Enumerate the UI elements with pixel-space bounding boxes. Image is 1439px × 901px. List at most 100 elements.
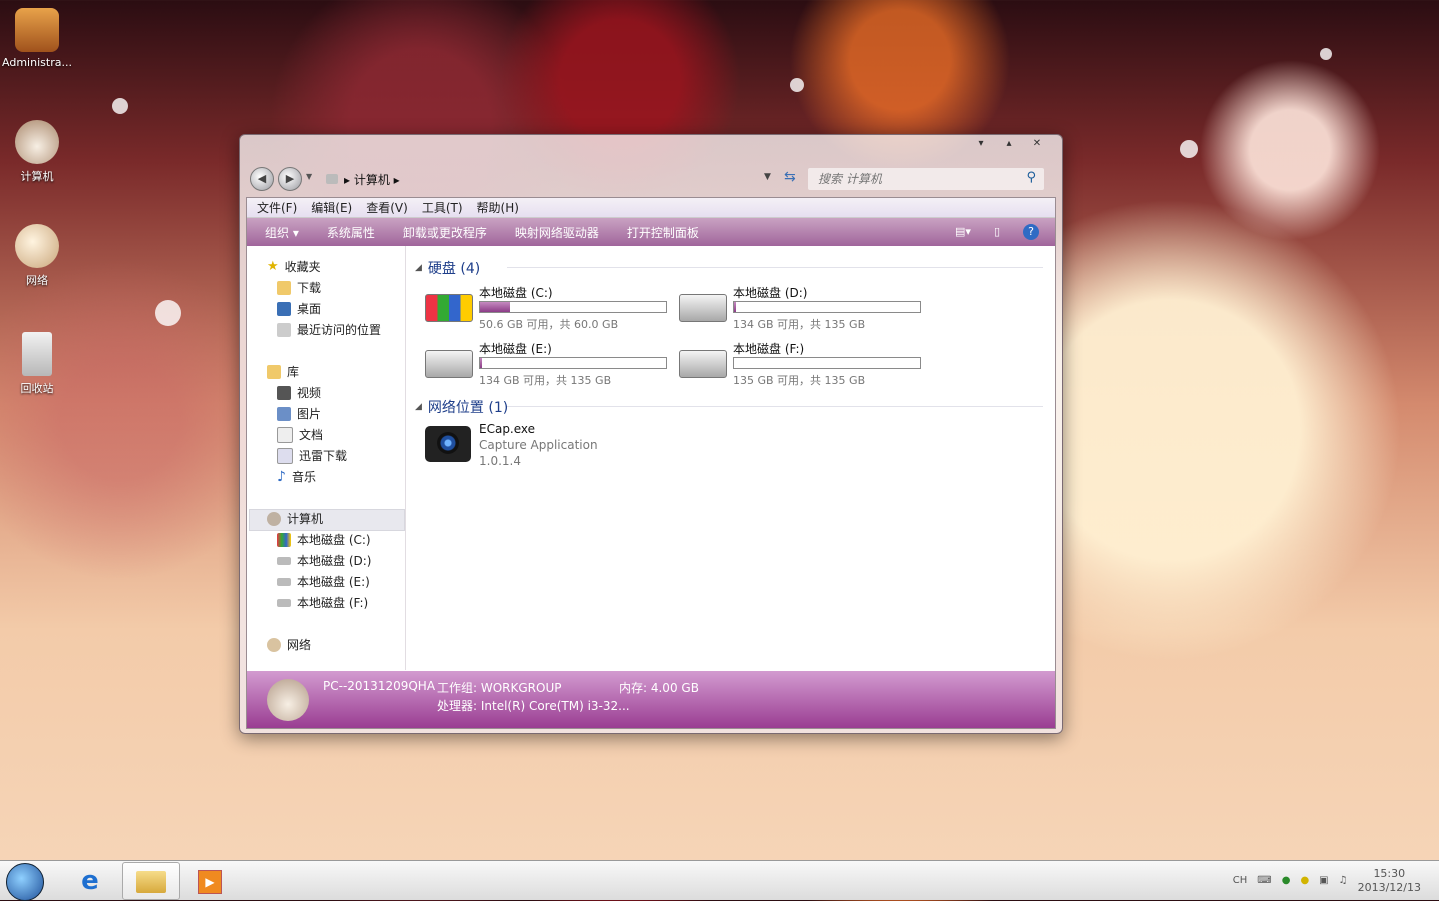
- wallpaper-bokeh: [1320, 48, 1332, 60]
- taskbar-ie-button[interactable]: e: [62, 862, 118, 898]
- memory: 内存: 4.00 GB: [619, 681, 699, 695]
- picture-library-icon: [277, 406, 291, 421]
- history-dropdown-icon[interactable]: ▼: [306, 172, 312, 181]
- start-button[interactable]: [6, 863, 44, 901]
- network-tray-icon[interactable]: ▣: [1319, 875, 1328, 886]
- maximize-button[interactable]: ▴: [998, 137, 1020, 153]
- drive-usage-bar: [733, 301, 921, 313]
- taskbar-media-button[interactable]: ▶: [182, 862, 238, 898]
- preview-pane-icon[interactable]: ▯: [989, 224, 1005, 240]
- section-divider: [507, 406, 1043, 407]
- back-button[interactable]: ◀: [250, 167, 274, 191]
- drive-name: 本地磁盘 (D:): [733, 286, 808, 300]
- collapse-icon[interactable]: ◢: [415, 263, 422, 273]
- nav-computer[interactable]: 计算机: [267, 510, 323, 527]
- view-options-icon[interactable]: ▤▾: [955, 224, 971, 240]
- drive-f[interactable]: 本地磁盘 (F:) 135 GB 可用，共 135 GB: [679, 340, 929, 390]
- language-indicator[interactable]: CH: [1233, 875, 1248, 886]
- drive-usage-bar: [479, 357, 667, 369]
- nav-item-pictures[interactable]: 图片: [277, 405, 321, 422]
- clock-time: 15:30: [1373, 866, 1406, 880]
- keyboard-icon[interactable]: ⌨: [1257, 875, 1271, 886]
- nav-item-music[interactable]: ♪ 音乐: [277, 468, 316, 485]
- address-bar: ◀ ▶ ▼ ▸ 计算机 ▸ ▼ ⇆ ⚲: [248, 165, 1054, 193]
- desktop-icon-network[interactable]: 网络: [1, 224, 73, 288]
- hard-drive-icon: [277, 577, 291, 586]
- drive-info: 134 GB 可用，共 135 GB: [479, 374, 612, 387]
- help-icon[interactable]: ?: [1023, 224, 1039, 240]
- nav-favorites[interactable]: ★ 收藏夹: [267, 258, 321, 275]
- windows-drive-icon: [425, 294, 473, 322]
- nav-label: 迅雷下载: [299, 449, 348, 463]
- menu-edit[interactable]: 编辑(E): [305, 199, 360, 216]
- nav-item-drive-c[interactable]: 本地磁盘 (C:): [277, 531, 371, 548]
- wallpaper-bokeh: [112, 98, 128, 114]
- minimize-button[interactable]: ▾: [970, 137, 992, 153]
- drive-d[interactable]: 本地磁盘 (D:) 134 GB 可用，共 135 GB: [679, 284, 929, 334]
- computer-icon: [267, 511, 281, 526]
- network-icon: [267, 637, 281, 652]
- taskbar-explorer-button[interactable]: [122, 862, 180, 900]
- document-library-icon: [277, 426, 293, 443]
- section-divider: [507, 267, 1043, 268]
- nav-item-videos[interactable]: 视频: [277, 384, 321, 401]
- nav-item-thunder-downloads[interactable]: 迅雷下载: [277, 447, 347, 464]
- hard-drive-icon: [425, 350, 473, 378]
- library-folder-icon: [267, 364, 281, 379]
- map-network-drive-button[interactable]: 映射网络驱动器: [501, 224, 613, 241]
- nav-label: 最近访问的位置: [297, 323, 382, 337]
- menu-tools[interactable]: 工具(T): [416, 199, 471, 216]
- section-network-locations[interactable]: ◢ 网络位置 (1): [415, 397, 508, 417]
- system-properties-button[interactable]: 系统属性: [313, 224, 389, 241]
- windows-drive-icon: [277, 532, 291, 547]
- internet-explorer-icon: e: [81, 866, 99, 896]
- nav-item-drive-e[interactable]: 本地磁盘 (E:): [277, 573, 370, 590]
- nav-item-desktop[interactable]: 桌面: [277, 300, 321, 317]
- nav-item-downloads[interactable]: 下载: [277, 279, 321, 296]
- section-hard-disks[interactable]: ◢ 硬盘 (4): [415, 258, 480, 278]
- drive-usage-fill: [480, 302, 510, 312]
- close-button[interactable]: ✕: [1026, 137, 1048, 153]
- user-folder-icon: [15, 8, 59, 52]
- clock[interactable]: 15:30 2013/12/13: [1358, 867, 1421, 895]
- collapse-icon[interactable]: ◢: [415, 402, 422, 412]
- volume-icon[interactable]: ♫: [1339, 875, 1348, 886]
- nav-libraries[interactable]: 库: [267, 363, 299, 380]
- search-box[interactable]: ⚲: [808, 168, 1044, 190]
- desktop-icon-recycle-bin[interactable]: 回收站: [1, 332, 73, 396]
- nav-item-drive-f[interactable]: 本地磁盘 (F:): [277, 594, 368, 611]
- security-icon[interactable]: ●: [1282, 875, 1291, 886]
- section-title: 硬盘 (4): [427, 261, 481, 277]
- desktop-icon-computer[interactable]: 计算机: [1, 120, 73, 184]
- computer-icon: [15, 120, 59, 164]
- search-input[interactable]: [808, 168, 1020, 190]
- hard-drive-icon: [277, 598, 291, 607]
- nav-item-documents[interactable]: 文档: [277, 426, 323, 443]
- search-icon[interactable]: ⚲: [1026, 170, 1036, 185]
- menu-view[interactable]: 查看(V): [360, 199, 416, 216]
- refresh-icon[interactable]: ⇆: [784, 169, 796, 185]
- address-dropdown-icon[interactable]: ▼: [764, 172, 771, 182]
- app-name: ECap.exe: [479, 422, 536, 436]
- drive-e[interactable]: 本地磁盘 (E:) 134 GB 可用，共 135 GB: [425, 340, 675, 390]
- nav-item-drive-d[interactable]: 本地磁盘 (D:): [277, 552, 371, 569]
- app-version: 1.0.1.4: [479, 454, 521, 468]
- forward-button[interactable]: ▶: [278, 167, 302, 191]
- update-icon[interactable]: ●: [1300, 875, 1309, 886]
- nav-label: 图片: [297, 407, 322, 421]
- breadcrumb-computer[interactable]: 计算机: [354, 173, 390, 187]
- uninstall-program-button[interactable]: 卸载或更改程序: [389, 224, 501, 241]
- breadcrumb[interactable]: ▸ 计算机 ▸: [326, 171, 400, 188]
- camera-icon: [425, 426, 471, 462]
- nav-label: 本地磁盘 (D:): [297, 554, 372, 568]
- nav-network[interactable]: 网络: [267, 636, 311, 653]
- organize-button[interactable]: 组织 ▾: [247, 224, 313, 241]
- desktop-icon-administrator[interactable]: Administra...: [1, 8, 73, 69]
- taskbar: e ▶ CH ⌨ ● ● ▣ ♫ 15:30 2013/12/13: [0, 860, 1439, 901]
- nav-item-recent-places[interactable]: 最近访问的位置: [277, 321, 381, 338]
- section-title: 网络位置 (1): [427, 400, 509, 416]
- menu-file[interactable]: 文件(F): [251, 199, 305, 216]
- menu-help[interactable]: 帮助(H): [471, 199, 527, 216]
- drive-c[interactable]: 本地磁盘 (C:) 50.6 GB 可用，共 60.0 GB: [425, 284, 675, 334]
- open-control-panel-button[interactable]: 打开控制面板: [613, 224, 713, 241]
